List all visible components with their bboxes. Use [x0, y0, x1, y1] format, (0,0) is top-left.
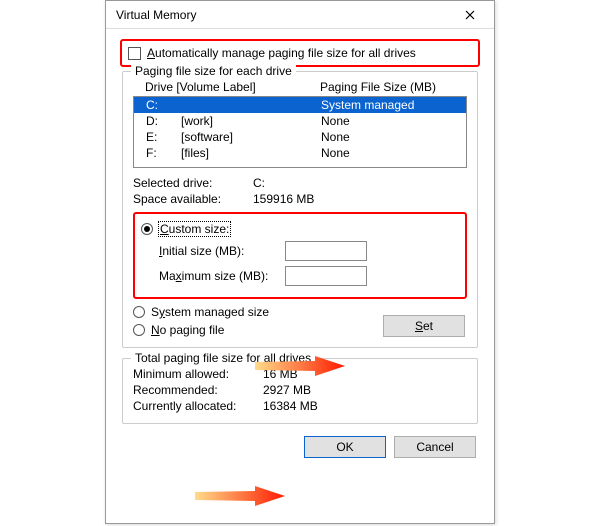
- auto-manage-label: Automatically manage paging file size fo…: [147, 46, 416, 60]
- close-icon: [465, 10, 475, 20]
- totals-group: Total paging file size for all drives Mi…: [122, 358, 478, 424]
- space-available-value: 159916 MB: [253, 192, 314, 206]
- dialog-buttons: OK Cancel: [120, 436, 480, 458]
- auto-manage-checkbox[interactable]: [128, 47, 141, 60]
- totals-legend: Total paging file size for all drives: [131, 351, 315, 365]
- maximum-size-label: Maximum size (MB):: [159, 269, 279, 283]
- radio-no-paging-control[interactable]: [133, 324, 145, 336]
- initial-size-input[interactable]: [285, 241, 367, 261]
- currently-allocated-value: 16384 MB: [263, 399, 318, 413]
- window-title: Virtual Memory: [116, 8, 450, 22]
- selected-drive-value: C:: [253, 176, 265, 190]
- radio-custom-size-control[interactable]: [141, 223, 153, 235]
- space-available-row: Space available: 159916 MB: [133, 192, 467, 206]
- header-drive: Drive [Volume Label]: [145, 80, 320, 94]
- custom-size-block: Custom size: Initial size (MB): Maximum …: [133, 212, 467, 299]
- radio-custom-size-label: Custom size:: [159, 222, 230, 236]
- initial-size-label: Initial size (MB):: [159, 244, 279, 258]
- cancel-button[interactable]: Cancel: [394, 436, 476, 458]
- initial-size-row: Initial size (MB):: [159, 241, 459, 261]
- ok-button[interactable]: OK: [304, 436, 386, 458]
- radio-custom-size[interactable]: Custom size:: [141, 222, 459, 236]
- radio-system-managed-label: System managed size: [151, 305, 269, 319]
- drive-row[interactable]: C: System managed: [134, 97, 466, 113]
- selected-drive-row: Selected drive: C:: [133, 176, 467, 190]
- auto-manage-row[interactable]: Automatically manage paging file size fo…: [120, 39, 480, 67]
- header-size: Paging File Size (MB): [320, 80, 463, 94]
- radio-system-managed-control[interactable]: [133, 306, 145, 318]
- titlebar: Virtual Memory: [106, 1, 494, 29]
- set-button[interactable]: Set: [383, 315, 465, 337]
- drive-row[interactable]: F: [files] None: [134, 145, 466, 161]
- per-drive-group: Paging file size for each drive Drive [V…: [122, 71, 478, 348]
- maximum-size-input[interactable]: [285, 266, 367, 286]
- virtual-memory-dialog: Virtual Memory Automatically manage pagi…: [105, 0, 495, 524]
- radio-no-paging-label: No paging file: [151, 323, 224, 337]
- minimum-allowed-value: 16 MB: [263, 367, 298, 381]
- drive-row[interactable]: E: [software] None: [134, 129, 466, 145]
- maximum-size-row: Maximum size (MB):: [159, 266, 459, 286]
- drive-list-header: Drive [Volume Label] Paging File Size (M…: [133, 78, 467, 96]
- per-drive-legend: Paging file size for each drive: [131, 64, 296, 78]
- drive-row[interactable]: D: [work] None: [134, 113, 466, 129]
- drive-list[interactable]: C: System managed D: [work] None E: [sof…: [133, 96, 467, 168]
- close-button[interactable]: [450, 3, 490, 27]
- recommended-value: 2927 MB: [263, 383, 311, 397]
